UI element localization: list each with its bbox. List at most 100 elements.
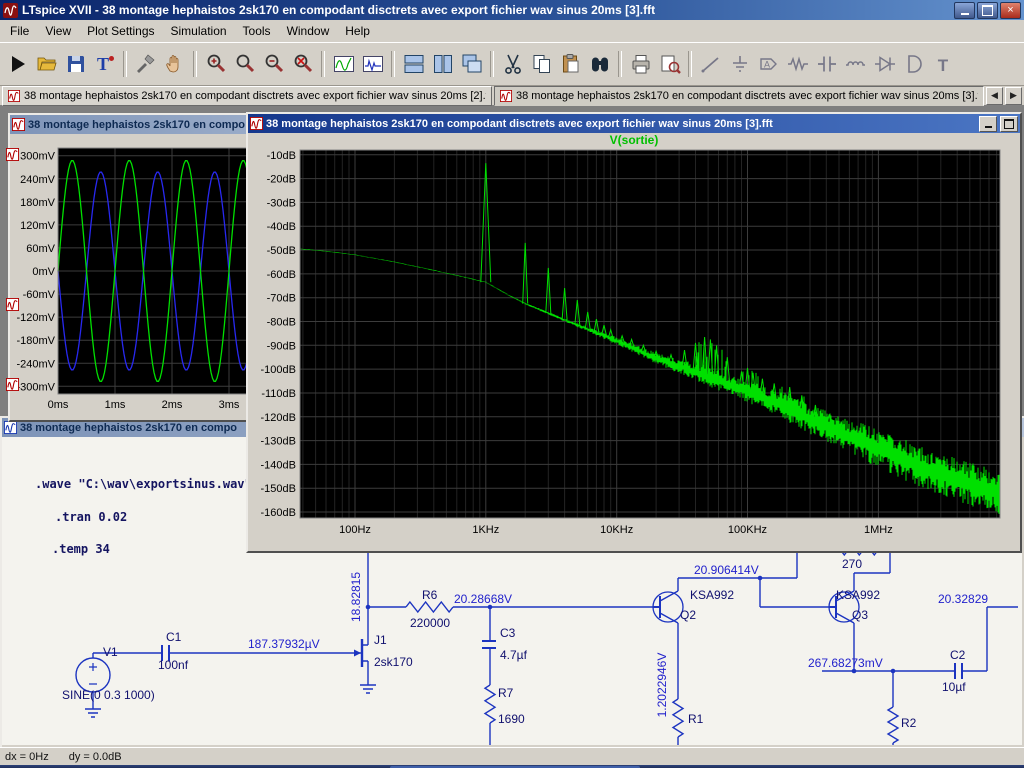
maximize-button[interactable] — [977, 1, 998, 19]
toolbar-zoom-full-button[interactable] — [230, 50, 259, 79]
plot-doc-icon[interactable] — [6, 298, 20, 312]
svg-text:-20dB: -20dB — [267, 174, 296, 186]
menu-simulation[interactable]: Simulation — [163, 21, 235, 41]
open-icon — [35, 52, 59, 76]
plot-doc-icon[interactable] — [6, 378, 20, 392]
svg-text:20.28668V: 20.28668V — [454, 592, 512, 606]
plot-doc-icon — [250, 117, 263, 130]
menu-plot-settings[interactable]: Plot Settings — [79, 21, 162, 41]
ground-icon — [728, 52, 752, 76]
svg-text:1ms: 1ms — [105, 399, 126, 411]
toolbar-print-preview-button[interactable] — [655, 50, 684, 79]
svg-text:J1: J1 — [374, 633, 387, 647]
toolbar-schematic-pane-button[interactable] — [358, 50, 387, 79]
svg-text:-100dB: -100dB — [261, 364, 296, 376]
diode-icon — [873, 52, 897, 76]
toolbar-copy-button[interactable] — [527, 50, 556, 79]
ltspice-app: LTspice XVII - 38 montage hephaistos 2sk… — [0, 0, 1024, 768]
menu-view[interactable]: View — [37, 21, 79, 41]
inductor-icon — [844, 52, 868, 76]
toolbar-control-panel-button[interactable] — [131, 50, 160, 79]
fft-plot[interactable]: -10dB -20dB -30dB -40dB -50dB -60dB -70dB -80dB… — [248, 148, 1016, 547]
tab-scroll-left[interactable]: ◀ — [986, 86, 1003, 105]
print-preview-icon — [658, 52, 682, 76]
toolbar-find-button[interactable] — [585, 50, 614, 79]
svg-text:267.68273mV: 267.68273mV — [808, 656, 883, 670]
titlebar[interactable]: LTspice XVII - 38 montage hephaistos 2sk… — [0, 0, 1024, 20]
paste-icon — [559, 52, 583, 76]
svg-text:C1: C1 — [166, 630, 182, 644]
toolbar-wire-button[interactable] — [696, 50, 725, 79]
svg-text:-60mV: -60mV — [23, 289, 56, 301]
toolbar-zoom-cancel-button[interactable] — [288, 50, 317, 79]
toolbar-tile-vertical-button[interactable] — [428, 50, 457, 79]
toolbar-tile-horizontal-button[interactable] — [399, 50, 428, 79]
text-icon: T — [931, 52, 955, 76]
toolbar-cut-button[interactable] — [498, 50, 527, 79]
cut-icon — [501, 52, 525, 76]
tab-scroll-right[interactable]: ▶ — [1005, 86, 1022, 105]
fft-window-title: 38 montage hephaistos 2sk170 en compodan… — [266, 117, 773, 130]
copy-icon — [530, 52, 554, 76]
svg-text:-80dB: -80dB — [267, 317, 296, 329]
minimize-button[interactable] — [954, 1, 975, 19]
toolbar-paste-button[interactable] — [556, 50, 585, 79]
cascade-icon — [460, 52, 484, 76]
schematic-pane-icon — [361, 52, 385, 76]
toolbar-save-button[interactable] — [61, 50, 90, 79]
toolbar-print-button[interactable] — [626, 50, 655, 79]
toolbar-pan-button[interactable] — [160, 50, 189, 79]
toolbar-component-button[interactable] — [899, 50, 928, 79]
svg-text:1.2022946V: 1.2022946V — [655, 653, 669, 718]
pan-icon — [163, 52, 187, 76]
tab-2[interactable]: 38 montage hephaistos 2sk170 en compodan… — [494, 85, 984, 106]
toolbar-zoom-out-button[interactable] — [259, 50, 288, 79]
toolbar-cascade-button[interactable] — [457, 50, 486, 79]
menubar: File View Plot Settings Simulation Tools Wind… — [0, 20, 1024, 43]
svg-text:.temp 34: .temp 34 — [52, 542, 110, 556]
svg-text:-70dB: -70dB — [267, 293, 296, 305]
menu-tools[interactable]: Tools — [235, 21, 279, 41]
toolbar-resistor-button[interactable] — [783, 50, 812, 79]
svg-text:Q3: Q3 — [852, 608, 868, 622]
save-icon — [64, 52, 88, 76]
fft-minimize-button[interactable] — [979, 115, 997, 132]
close-button[interactable]: × — [1000, 1, 1021, 19]
toolbar-zoom-in-button[interactable] — [201, 50, 230, 79]
tile-horizontal-icon — [402, 52, 426, 76]
toolbar-inductor-button[interactable] — [841, 50, 870, 79]
menu-help[interactable]: Help — [337, 21, 378, 41]
toolbar-capacitor-button[interactable] — [812, 50, 841, 79]
toolbar-run-button[interactable] — [3, 50, 32, 79]
svg-text:-40dB: -40dB — [267, 221, 296, 233]
tab-1[interactable]: 38 montage hephaistos 2sk170 en compodan… — [2, 85, 492, 106]
fft-maximize-button[interactable] — [1000, 115, 1018, 132]
toolbar-plot-pane-button[interactable] — [329, 50, 358, 79]
status-dx: dx = 0Hz — [5, 750, 49, 763]
plot-doc-icon — [8, 89, 20, 102]
find-icon — [588, 52, 612, 76]
toolbar-net-label-button[interactable]: A — [754, 50, 783, 79]
svg-text:-180mV: -180mV — [16, 335, 55, 347]
svg-text:-120dB: -120dB — [261, 412, 296, 424]
app-icon — [3, 2, 18, 18]
toolbar-open-button[interactable] — [32, 50, 61, 79]
toolbar-text-button[interactable]: T — [928, 50, 957, 79]
svg-text:T: T — [937, 56, 948, 75]
svg-text:20.32829: 20.32829 — [938, 592, 988, 606]
fft-window-titlebar[interactable]: 38 montage hephaistos 2sk170 en compodan… — [248, 114, 1020, 133]
toolbar: TAT — [0, 43, 1024, 86]
toolbar-text-tool-button[interactable]: T — [90, 50, 119, 79]
plot-doc-icon[interactable] — [6, 148, 20, 162]
svg-text:R6: R6 — [422, 588, 438, 602]
toolbar-diode-button[interactable] — [870, 50, 899, 79]
svg-text:180mV: 180mV — [20, 197, 56, 209]
menu-file[interactable]: File — [2, 21, 37, 41]
menu-window[interactable]: Window — [279, 21, 338, 41]
toolbar-ground-button[interactable] — [725, 50, 754, 79]
svg-text:C2: C2 — [950, 648, 966, 662]
svg-text:0mV: 0mV — [32, 266, 55, 278]
svg-text:187.37932µV: 187.37932µV — [248, 637, 320, 651]
svg-text:R7: R7 — [498, 686, 514, 700]
svg-text:-60dB: -60dB — [267, 269, 296, 281]
